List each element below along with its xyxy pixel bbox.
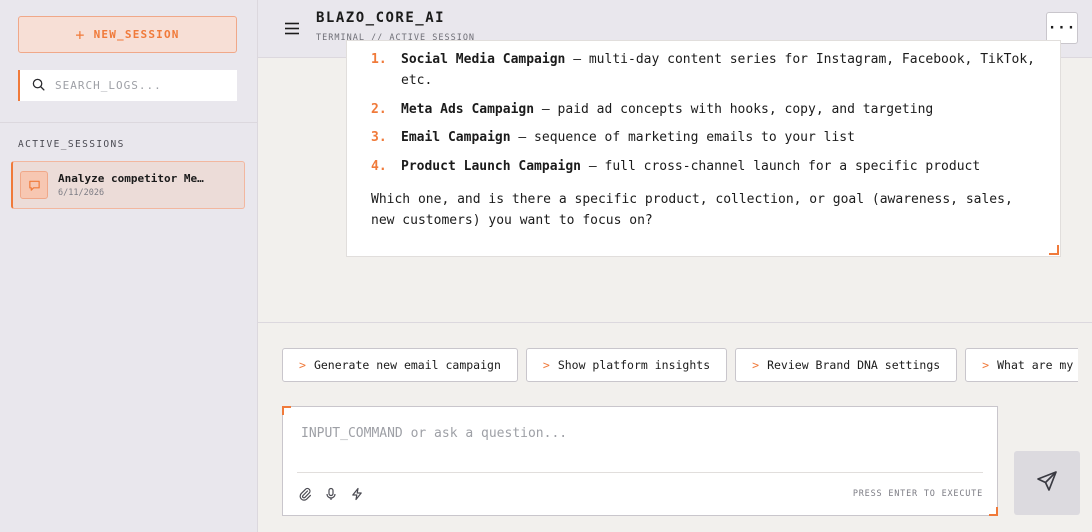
composer-tools (297, 486, 365, 502)
corner-accent (282, 406, 291, 415)
sessions-heading: ACTIVE_SESSIONS (18, 139, 125, 150)
item-title: Meta Ads Campaign (401, 101, 535, 117)
assistant-question: Which one, and is there a specific produ… (371, 191, 1013, 228)
sidebar-divider (0, 122, 258, 123)
command-input[interactable] (301, 421, 981, 445)
command-box: PRESS ENTER TO EXECUTE (282, 406, 998, 516)
session-title: Analyze competitor Me… (58, 172, 204, 185)
list-number: 3. (371, 130, 387, 145)
search-box[interactable]: SEARCH_LOGS... (18, 70, 237, 101)
chip-label: Show platform insights (557, 358, 711, 372)
list-item: 4. Product Launch Campaign — full cross-… (371, 156, 1040, 177)
item-title: Product Launch Campaign (401, 158, 582, 174)
assistant-message: 1. Social Media Campaign — multi-day con… (346, 40, 1061, 257)
item-description: — full cross-channel launch for a specif… (581, 158, 981, 174)
list-item: 2. Meta Ads Campaign — paid ad concepts … (371, 99, 1040, 120)
composer-area: > Generate new email campaign > Show pla… (258, 322, 1092, 532)
session-item[interactable]: Analyze competitor Me… 6/11/2026 (11, 161, 245, 209)
hamburger-icon[interactable] (282, 18, 302, 38)
execute-hint: PRESS ENTER TO EXECUTE (852, 489, 983, 499)
chevron-right-icon: > (982, 358, 990, 372)
send-button[interactable] (1014, 451, 1080, 515)
item-title: Social Media Campaign (401, 52, 566, 67)
corner-accent (989, 507, 998, 516)
suggestion-chip[interactable]: > Review Brand DNA settings (735, 348, 958, 382)
send-icon (1035, 469, 1059, 497)
list-number: 4. (371, 158, 387, 174)
input-divider (297, 472, 983, 473)
session-date: 6/11/2026 (58, 188, 105, 198)
list-number: 1. (371, 52, 387, 67)
suggestion-chip[interactable]: > What are my pending tasks? (965, 348, 1078, 382)
sidebar: + NEW_SESSION SEARCH_LOGS... ACTIVE_SESS… (0, 0, 258, 532)
list-number: 2. (371, 101, 387, 117)
paperclip-icon[interactable] (297, 486, 313, 502)
chip-label: Generate new email campaign (313, 358, 501, 372)
lightning-icon[interactable] (349, 486, 365, 502)
item-description: — paid ad concepts with hooks, copy, and… (534, 101, 934, 117)
item-title: Email Campaign (401, 130, 511, 145)
suggestion-chips: > Generate new email campaign > Show pla… (282, 348, 1078, 383)
corner-accent (1049, 245, 1059, 255)
chat-bubble-icon (20, 171, 48, 199)
search-input[interactable]: SEARCH_LOGS... (55, 79, 162, 92)
chevron-right-icon: > (542, 358, 550, 372)
more-icon: ··· (1047, 20, 1077, 36)
chevron-right-icon: > (299, 358, 306, 372)
app-title: BLAZO_CORE_AI (316, 10, 446, 26)
search-icon (32, 76, 45, 95)
suggestion-chip[interactable]: > Show platform insights (525, 348, 728, 382)
chip-label: Review Brand DNA settings (767, 358, 941, 372)
new-session-label: NEW_SESSION (93, 28, 180, 41)
chip-label: What are my pending tasks? (997, 358, 1078, 372)
microphone-icon[interactable] (323, 486, 339, 502)
suggestion-chip[interactable]: > Generate new email campaign (282, 348, 518, 382)
item-description: — sequence of marketing emails to your l… (510, 130, 855, 145)
new-session-button[interactable]: + NEW_SESSION (18, 16, 237, 53)
chevron-right-icon: > (752, 358, 760, 372)
plus-icon: + (75, 25, 86, 44)
list-item: 3. Email Campaign — sequence of marketin… (371, 127, 1040, 148)
list-item: 1. Social Media Campaign — multi-day con… (371, 49, 1040, 91)
